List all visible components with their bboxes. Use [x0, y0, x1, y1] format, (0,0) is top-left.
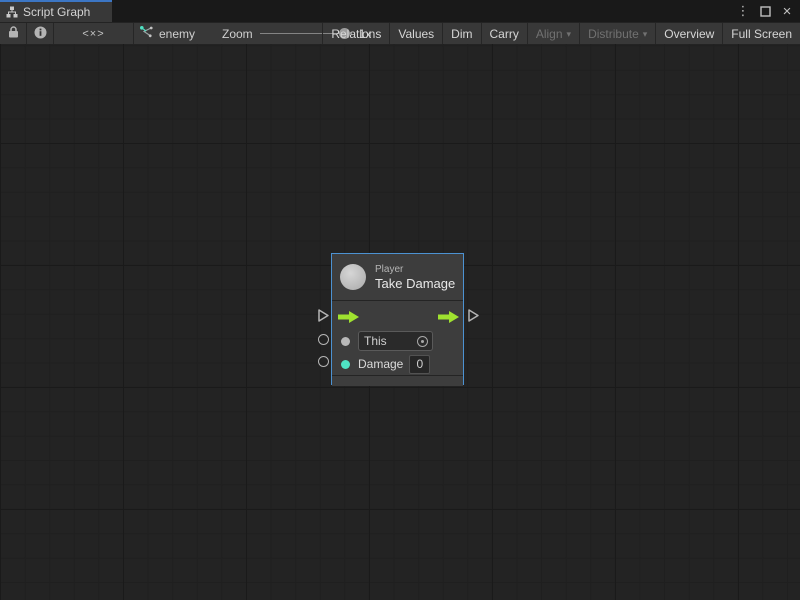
flow-in-arrow-icon[interactable]: [338, 311, 359, 323]
graph-name-label: enemy: [159, 27, 195, 41]
graph-icon: [139, 26, 153, 41]
distribute-dropdown: Distribute ▾: [579, 23, 655, 44]
flow-out-arrow-icon[interactable]: [438, 311, 459, 323]
this-field-value: This: [364, 334, 387, 348]
title-bar: Script Graph ⋮ ×: [0, 0, 800, 22]
info-button[interactable]: [27, 23, 53, 44]
damage-row: Damage 0: [332, 353, 463, 375]
damage-value-field[interactable]: 0: [409, 355, 430, 374]
graph-breadcrumb[interactable]: enemy: [139, 23, 195, 44]
zoom-label: Zoom: [222, 27, 253, 41]
dim-button[interactable]: Dim: [442, 23, 480, 44]
flow-output-port[interactable]: [467, 308, 480, 328]
damage-input-port[interactable]: [318, 356, 329, 367]
flow-row: [332, 304, 463, 329]
node-header[interactable]: Player Take Damage: [332, 254, 463, 300]
menu-icon[interactable]: ⋮: [734, 2, 752, 20]
take-damage-node[interactable]: Player Take Damage: [331, 253, 464, 385]
player-sphere-icon: [340, 264, 366, 290]
lock-icon: [8, 26, 19, 41]
tab-script-graph[interactable]: Script Graph: [0, 0, 112, 22]
node-footer: [332, 376, 463, 386]
chevron-down-icon: ▾: [567, 28, 572, 39]
flow-input-port[interactable]: [317, 308, 330, 328]
overview-button[interactable]: Overview: [655, 23, 722, 44]
relations-button[interactable]: Relations: [322, 23, 389, 44]
this-object-field[interactable]: This: [358, 331, 433, 351]
align-dropdown: Align ▾: [527, 23, 579, 44]
object-picker-icon[interactable]: [417, 336, 428, 347]
window-controls: ⋮ ×: [734, 0, 796, 22]
maximize-icon[interactable]: [756, 2, 774, 20]
damage-port-dot[interactable]: [341, 360, 350, 369]
node-title: Take Damage: [375, 276, 455, 291]
damage-label: Damage: [358, 357, 403, 371]
chevron-down-icon: ▾: [643, 28, 648, 39]
lock-button[interactable]: [0, 23, 26, 44]
code-preview-button[interactable]: <×>: [54, 23, 133, 44]
values-button[interactable]: Values: [389, 23, 442, 44]
this-port-dot[interactable]: [341, 337, 350, 346]
info-icon: [34, 26, 47, 42]
this-input-port[interactable]: [318, 334, 329, 345]
this-row: This: [332, 329, 463, 353]
graph-canvas[interactable]: Player Take Damage: [0, 44, 800, 600]
full-screen-button[interactable]: Full Screen: [722, 23, 800, 44]
node-body: This Damage 0: [332, 301, 463, 375]
tab-title: Script Graph: [23, 5, 90, 19]
node-subtitle: Player: [375, 264, 455, 275]
graph-hierarchy-icon: [6, 6, 18, 18]
graph-toolbar: <×> enemy Zoom 1x Relations Values Dim: [0, 22, 800, 44]
close-icon[interactable]: ×: [778, 2, 796, 20]
carry-button[interactable]: Carry: [481, 23, 527, 44]
toolbar-buttons: Relations Values Dim Carry Align ▾ Distr…: [322, 23, 800, 44]
